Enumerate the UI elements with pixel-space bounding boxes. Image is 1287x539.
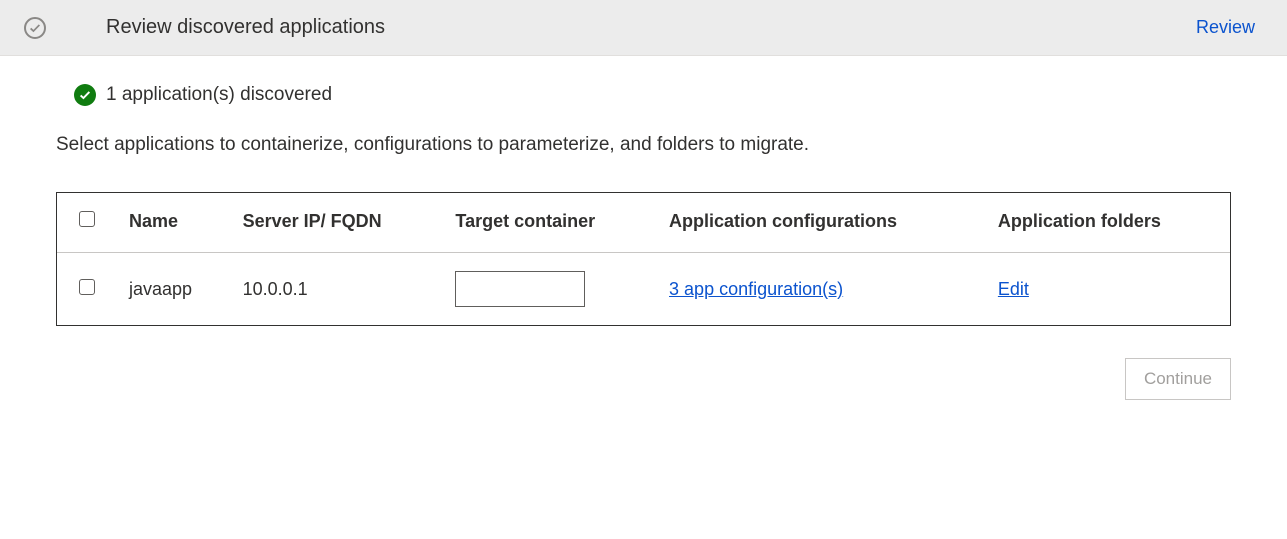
column-server: Server IP/ FQDN (231, 193, 444, 253)
table-row: javaapp 10.0.0.1 3 app configuration(s) … (57, 253, 1230, 326)
status-text: 1 application(s) discovered (106, 84, 332, 106)
cell-target (443, 253, 657, 326)
continue-button[interactable]: Continue (1125, 358, 1231, 400)
applications-table-wrapper: Name Server IP/ FQDN Target container Ap… (56, 192, 1231, 326)
column-name: Name (117, 193, 231, 253)
column-select-all (57, 193, 117, 253)
applications-table: Name Server IP/ FQDN Target container Ap… (57, 193, 1230, 325)
cell-folders: Edit (986, 253, 1230, 326)
success-check-icon (74, 84, 96, 106)
main-content: 1 application(s) discovered Select appli… (0, 56, 1287, 424)
cell-configs: 3 app configuration(s) (657, 253, 986, 326)
app-configurations-link[interactable]: 3 app configuration(s) (669, 277, 843, 301)
page-title: Review discovered applications (106, 16, 385, 39)
cell-server: 10.0.0.1 (231, 253, 444, 326)
cell-name: javaapp (117, 253, 231, 326)
header-left: Review discovered applications (24, 16, 385, 39)
target-container-input[interactable] (455, 271, 585, 307)
discovery-status: 1 application(s) discovered (74, 84, 1231, 106)
description-text: Select applications to containerize, con… (56, 134, 1231, 156)
column-target: Target container (443, 193, 657, 253)
column-configs: Application configurations (657, 193, 986, 253)
row-checkbox[interactable] (79, 279, 95, 295)
step-check-icon (24, 17, 46, 39)
select-all-checkbox[interactable] (79, 211, 95, 227)
column-folders: Application folders (986, 193, 1230, 253)
step-header: Review discovered applications Review (0, 0, 1287, 56)
footer: Continue (56, 358, 1231, 400)
edit-folders-link[interactable]: Edit (998, 279, 1029, 299)
table-header-row: Name Server IP/ FQDN Target container Ap… (57, 193, 1230, 253)
review-link[interactable]: Review (1196, 17, 1255, 38)
